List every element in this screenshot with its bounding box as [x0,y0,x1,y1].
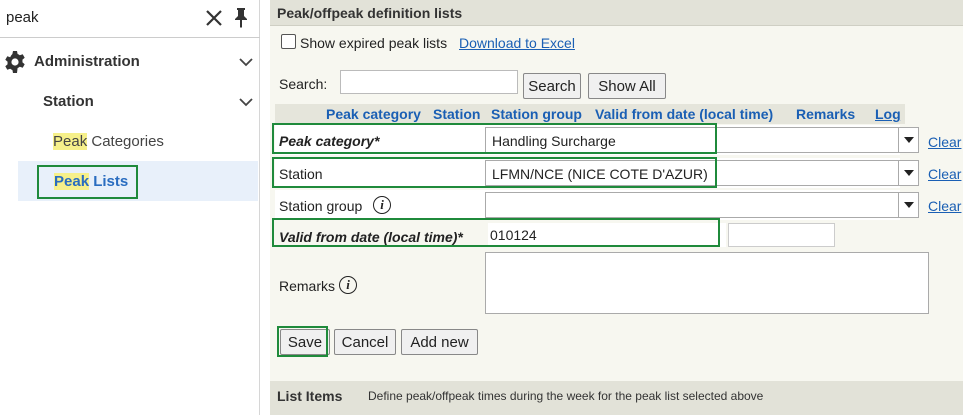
list-items-description: Define peak/offpeak times during the wee… [368,389,764,403]
page-title: Peak/offpeak definition lists [277,5,463,21]
sidebar-item-label-rest: Lists [89,173,129,190]
column-header-valid-from[interactable]: Valid from date (local time) [595,106,773,122]
sidebar-item-station[interactable]: Station [0,84,260,120]
sidebar: peak Administration Station Peak Categor… [0,0,260,415]
sidebar-item-label: Peak Categories [53,133,164,150]
list-items-header: List Items Define peak/offpeak times dur… [270,381,963,415]
gear-icon [5,51,25,73]
cancel-button[interactable]: Cancel [334,329,396,355]
station-group-row: Station group i [275,190,919,220]
sidebar-search[interactable]: peak [0,0,260,38]
valid-from-label: Valid from date (local time)* [279,229,463,245]
station-row: Station LFMN/NCE (NICE COTE D'AZUR) [275,158,919,188]
sidebar-item-peak-categories[interactable]: Peak Categories [0,124,260,160]
panel-header: Peak/offpeak definition lists [270,0,963,26]
table-header: Peak category Station Station group Vali… [275,104,905,124]
chevron-down-icon[interactable] [898,161,918,185]
info-icon[interactable]: i [373,196,391,214]
column-header-station-group[interactable]: Station group [491,106,582,122]
sidebar-item-label-rest: Categories [87,133,164,150]
close-icon[interactable] [204,8,224,28]
remarks-row: Remarks i [275,252,929,318]
column-header-station[interactable]: Station [433,106,480,122]
search-button[interactable]: Search [523,73,581,99]
list-items-title: List Items [277,388,343,404]
main-panel: Peak/offpeak definition lists Show expir… [270,0,963,415]
sidebar-item-peak-lists[interactable]: Peak Lists [18,161,258,201]
add-new-button[interactable]: Add new [401,329,478,355]
station-label: Station [279,166,323,182]
sidebar-item-administration[interactable]: Administration [0,44,260,80]
chevron-down-icon[interactable] [239,57,253,67]
show-expired-label: Show expired peak lists [300,35,448,51]
valid-from-value: 010124 [490,227,537,243]
column-header-remarks[interactable]: Remarks [796,106,855,122]
peak-category-value: Handling Surcharge [492,133,616,149]
chevron-down-icon[interactable] [898,193,918,217]
valid-from-extra-field[interactable] [728,223,835,247]
sidebar-search-input[interactable]: peak [6,9,39,26]
column-header-peak-category[interactable]: Peak category [326,106,421,122]
peak-category-clear-link[interactable]: Clear [928,134,961,150]
search-highlight: Peak [54,173,90,190]
search-label: Search: [279,76,328,92]
valid-from-row: Valid from date (local time)* 010124 [275,221,900,251]
save-button[interactable]: Save [280,329,330,355]
search-highlight: Peak [53,133,88,150]
info-icon[interactable]: i [339,276,357,294]
column-header-log[interactable]: Log [875,106,901,122]
peak-category-label: Peak category* [279,133,380,149]
pin-icon[interactable] [232,7,250,29]
station-group-label: Station group [279,198,363,214]
station-value: LFMN/NCE (NICE COTE D'AZUR) [492,166,708,182]
station-group-select[interactable] [485,192,919,218]
sidebar-item-label: Peak Lists [54,173,128,190]
sidebar-item-label: Station [43,93,94,110]
remarks-label: Remarks [279,278,336,294]
peak-category-select[interactable]: Handling Surcharge [485,127,919,153]
station-select[interactable]: LFMN/NCE (NICE COTE D'AZUR) [485,160,919,186]
sidebar-item-label: Administration [34,53,140,70]
station-group-clear-link[interactable]: Clear [928,198,961,214]
show-all-button[interactable]: Show All [588,73,666,99]
show-expired-checkbox[interactable] [281,34,296,49]
search-input[interactable] [340,70,518,94]
chevron-down-icon[interactable] [898,128,918,152]
valid-from-input[interactable]: 010124 [488,223,726,247]
peak-category-row: Peak category* Handling Surcharge [275,125,919,155]
download-excel-link[interactable]: Download to Excel [459,35,575,51]
chevron-down-icon[interactable] [239,97,253,107]
station-clear-link[interactable]: Clear [928,166,961,182]
remarks-textarea[interactable] [485,252,929,314]
